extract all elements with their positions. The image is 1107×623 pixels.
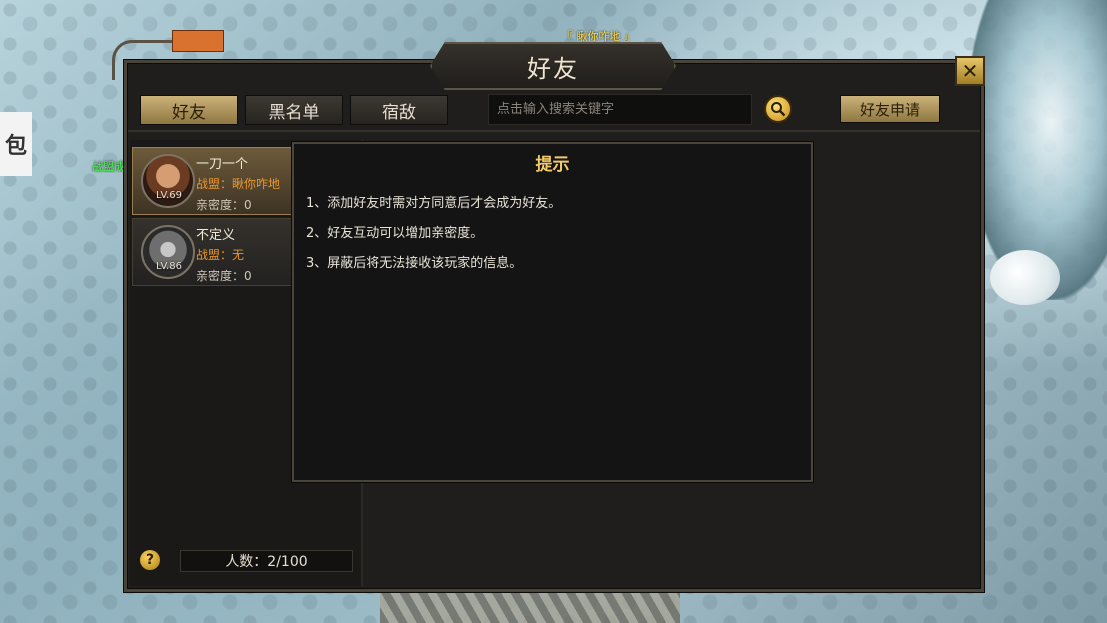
title-plate: 好友 [430,42,676,90]
bridge-structure [380,592,680,623]
friend-item[interactable]: LV.86 不定义 战盟：无 亲密度：0 [132,218,294,286]
header-divider [128,130,980,132]
friend-intimacy: 亲密度：0 [196,269,252,283]
search-button[interactable] [764,95,792,123]
close-button[interactable]: ✕ [955,56,985,86]
tip-title: 提示 [535,155,570,175]
bag-button[interactable]: 包 [0,112,32,176]
tip-line: 2、好友互动可以增加亲密度。 [306,226,484,241]
player-overhead-name: 『 瞅你咋地 』 [562,30,635,43]
tip-popup: 提示 1、添加好友时需对方同意后才会成为好友。 2、好友互动可以增加亲密度。 3… [292,142,813,482]
friend-guild: 战盟：瞅你咋地 [196,177,281,191]
search-icon [771,102,786,117]
tip-line: 1、添加好友时需对方同意后才会成为好友。 [306,196,562,211]
world-label: 战盟成 [92,160,125,173]
friend-intimacy: 亲密度：0 [196,198,252,212]
tab-friends[interactable]: 好友 [140,95,238,125]
friend-guild: 战盟：无 [196,248,245,262]
orange-banner [172,30,224,52]
corner-ornament [112,40,172,80]
tab-blacklist[interactable]: 黑名单 [245,95,343,125]
snow-mound [990,250,1060,305]
tip-line: 3、屏蔽后将无法接收该玩家的信息。 [306,256,523,271]
friend-requests-button[interactable]: 好友申请 [840,95,940,123]
friend-item[interactable]: LV.69 一刀一个 战盟：瞅你咋地 亲密度：0 [132,147,294,215]
friend-count: 人数：2/100 [180,550,353,572]
panel-title: 好友 [527,54,579,83]
search-input[interactable] [488,94,752,125]
friend-name: 不定义 [196,228,236,243]
help-icon[interactable]: ? [140,550,160,570]
friend-name: 一刀一个 [196,157,249,172]
level-badge: LV.86 [156,261,182,272]
level-badge: LV.69 [156,190,182,201]
tab-enemies[interactable]: 宿敌 [350,95,448,125]
